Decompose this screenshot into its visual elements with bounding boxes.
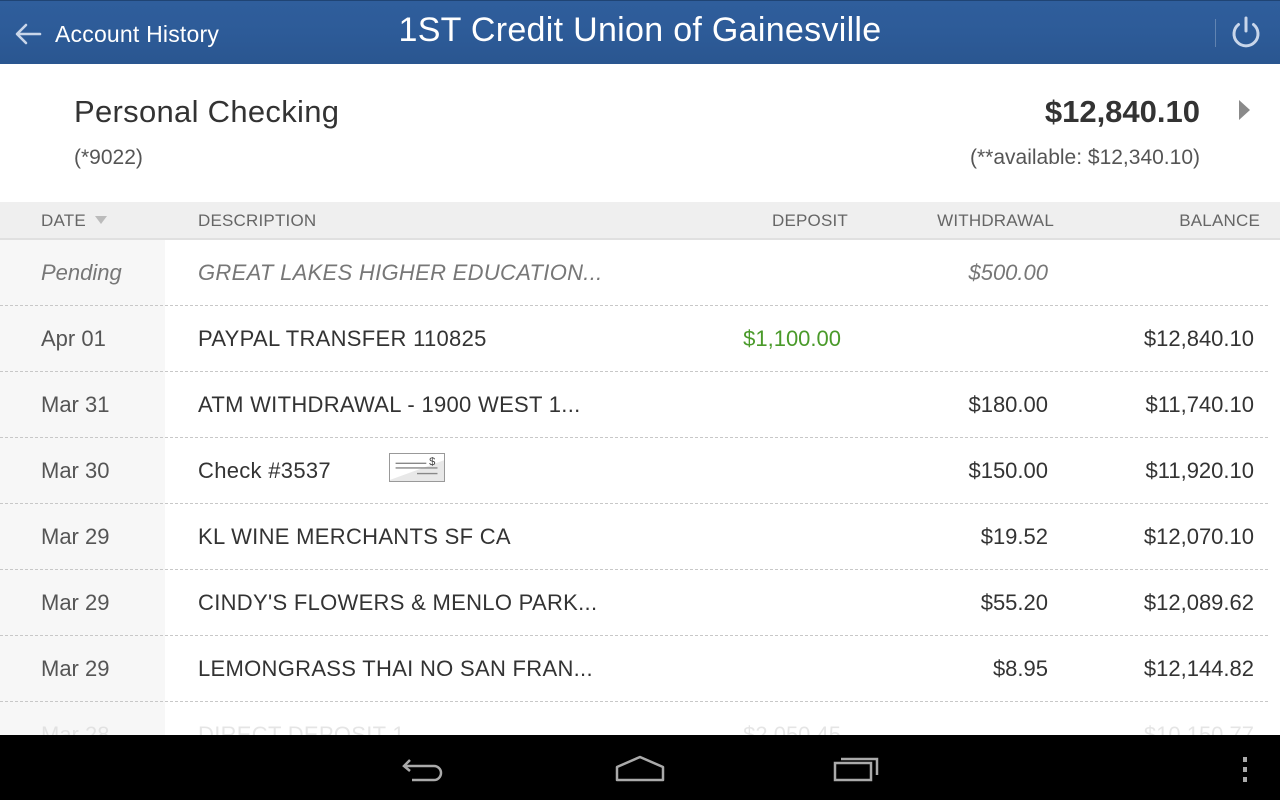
row-withdrawal: $55.20	[980, 590, 1048, 615]
column-header-date-label: DATE	[41, 211, 86, 230]
chevron-right-icon[interactable]	[1239, 100, 1250, 120]
back-button[interactable]: Account History	[14, 15, 219, 53]
row-date: Mar 30	[41, 458, 110, 483]
row-date: Mar 31	[41, 392, 110, 417]
recent-apps-icon	[833, 757, 879, 782]
account-name: Personal Checking	[74, 94, 340, 129]
column-header-deposit[interactable]: DEPOSIT	[772, 211, 848, 231]
row-date: Mar 28	[41, 722, 110, 735]
row-balance: $12,070.10	[1143, 524, 1254, 549]
row-balance: $12,089.62	[1143, 590, 1254, 615]
system-navigation-bar	[0, 735, 1280, 800]
column-header-description[interactable]: DESCRIPTION	[198, 211, 316, 231]
row-balance: $12,840.10	[1143, 326, 1254, 351]
row-description: LEMONGRASS THAI NO SAN FRAN...	[198, 656, 593, 681]
action-bar: Account History 1ST Credit Union of Gain…	[0, 0, 1280, 64]
row-date: Pending	[41, 260, 122, 285]
home-icon	[615, 755, 665, 782]
row-description: GREAT LAKES HIGHER EDUCATION...	[198, 260, 603, 285]
transaction-list[interactable]: Pending GREAT LAKES HIGHER EDUCATION... …	[0, 240, 1280, 735]
row-withdrawal: $8.95	[992, 656, 1048, 681]
row-balance: $10,150.77	[1143, 722, 1254, 735]
row-withdrawal: $19.52	[980, 524, 1048, 549]
row-description: CINDY'S FLOWERS & MENLO PARK...	[198, 590, 598, 615]
available-balance: (**available: $12,340.10)	[970, 146, 1200, 169]
svg-text:$: $	[429, 456, 436, 468]
row-withdrawal: $180.00	[968, 392, 1048, 417]
check-image-icon[interactable]: $	[389, 453, 445, 482]
row-description: Check #3537	[198, 458, 331, 483]
account-number: (*9022)	[74, 146, 143, 169]
arrow-left-icon	[15, 23, 42, 45]
column-header-balance[interactable]: BALANCE	[1179, 211, 1260, 231]
row-deposit: $2,050.45	[743, 722, 841, 735]
table-row-pending[interactable]: Pending GREAT LAKES HIGHER EDUCATION... …	[0, 240, 1280, 306]
overflow-menu-button[interactable]	[1236, 757, 1254, 783]
table-row[interactable]: Mar 28 DIRECT DEPOSIT 1... $2,050.45 $10…	[0, 702, 1280, 735]
screen-title: Account History	[55, 20, 220, 47]
overflow-menu-icon	[1243, 757, 1247, 782]
table-header: DATE DESCRIPTION DEPOSIT WITHDRAWAL BALA…	[0, 202, 1280, 240]
nav-home-button[interactable]	[612, 749, 668, 789]
row-balance: $11,740.10	[1145, 392, 1254, 417]
account-balance: $12,840.10	[1044, 94, 1200, 129]
column-header-date[interactable]: DATE	[41, 211, 107, 231]
row-date: Mar 29	[41, 656, 110, 681]
back-icon	[402, 759, 443, 782]
row-date: Mar 29	[41, 590, 110, 615]
table-row[interactable]: Mar 29 KL WINE MERCHANTS SF CA $19.52 $1…	[0, 504, 1280, 570]
divider	[1215, 19, 1216, 47]
column-header-withdrawal[interactable]: WITHDRAWAL	[937, 211, 1054, 231]
table-row[interactable]: Apr 01 PAYPAL TRANSFER 110825 $1,100.00 …	[0, 306, 1280, 372]
table-row[interactable]: Mar 29 LEMONGRASS THAI NO SAN FRAN... $8…	[0, 636, 1280, 702]
logout-button[interactable]	[1226, 13, 1266, 53]
table-row[interactable]: Mar 30 Check #3537 $ $150.00 $11,920.10	[0, 438, 1280, 504]
row-balance: $12,144.82	[1143, 656, 1254, 681]
nav-back-button[interactable]	[396, 749, 452, 789]
row-balance: $11,920.10	[1145, 458, 1254, 483]
row-date: Mar 29	[41, 524, 110, 549]
row-description: KL WINE MERCHANTS SF CA	[198, 524, 511, 549]
row-deposit: $1,100.00	[743, 326, 841, 351]
account-summary[interactable]: Personal Checking (*9022) $12,840.10 (**…	[0, 64, 1280, 202]
row-withdrawal: $500.00	[968, 260, 1048, 285]
nav-recent-apps-button[interactable]	[829, 749, 885, 789]
table-row[interactable]: Mar 31 ATM WITHDRAWAL - 1900 WEST 1... $…	[0, 372, 1280, 438]
row-description: PAYPAL TRANSFER 110825	[198, 326, 487, 351]
row-date: Apr 01	[41, 326, 106, 351]
row-description: ATM WITHDRAWAL - 1900 WEST 1...	[198, 392, 581, 417]
row-withdrawal: $150.00	[968, 458, 1048, 483]
row-description: DIRECT DEPOSIT 1...	[198, 722, 425, 735]
power-icon	[1232, 16, 1260, 48]
sort-descending-icon	[94, 215, 107, 224]
table-row[interactable]: Mar 29 CINDY'S FLOWERS & MENLO PARK... $…	[0, 570, 1280, 636]
